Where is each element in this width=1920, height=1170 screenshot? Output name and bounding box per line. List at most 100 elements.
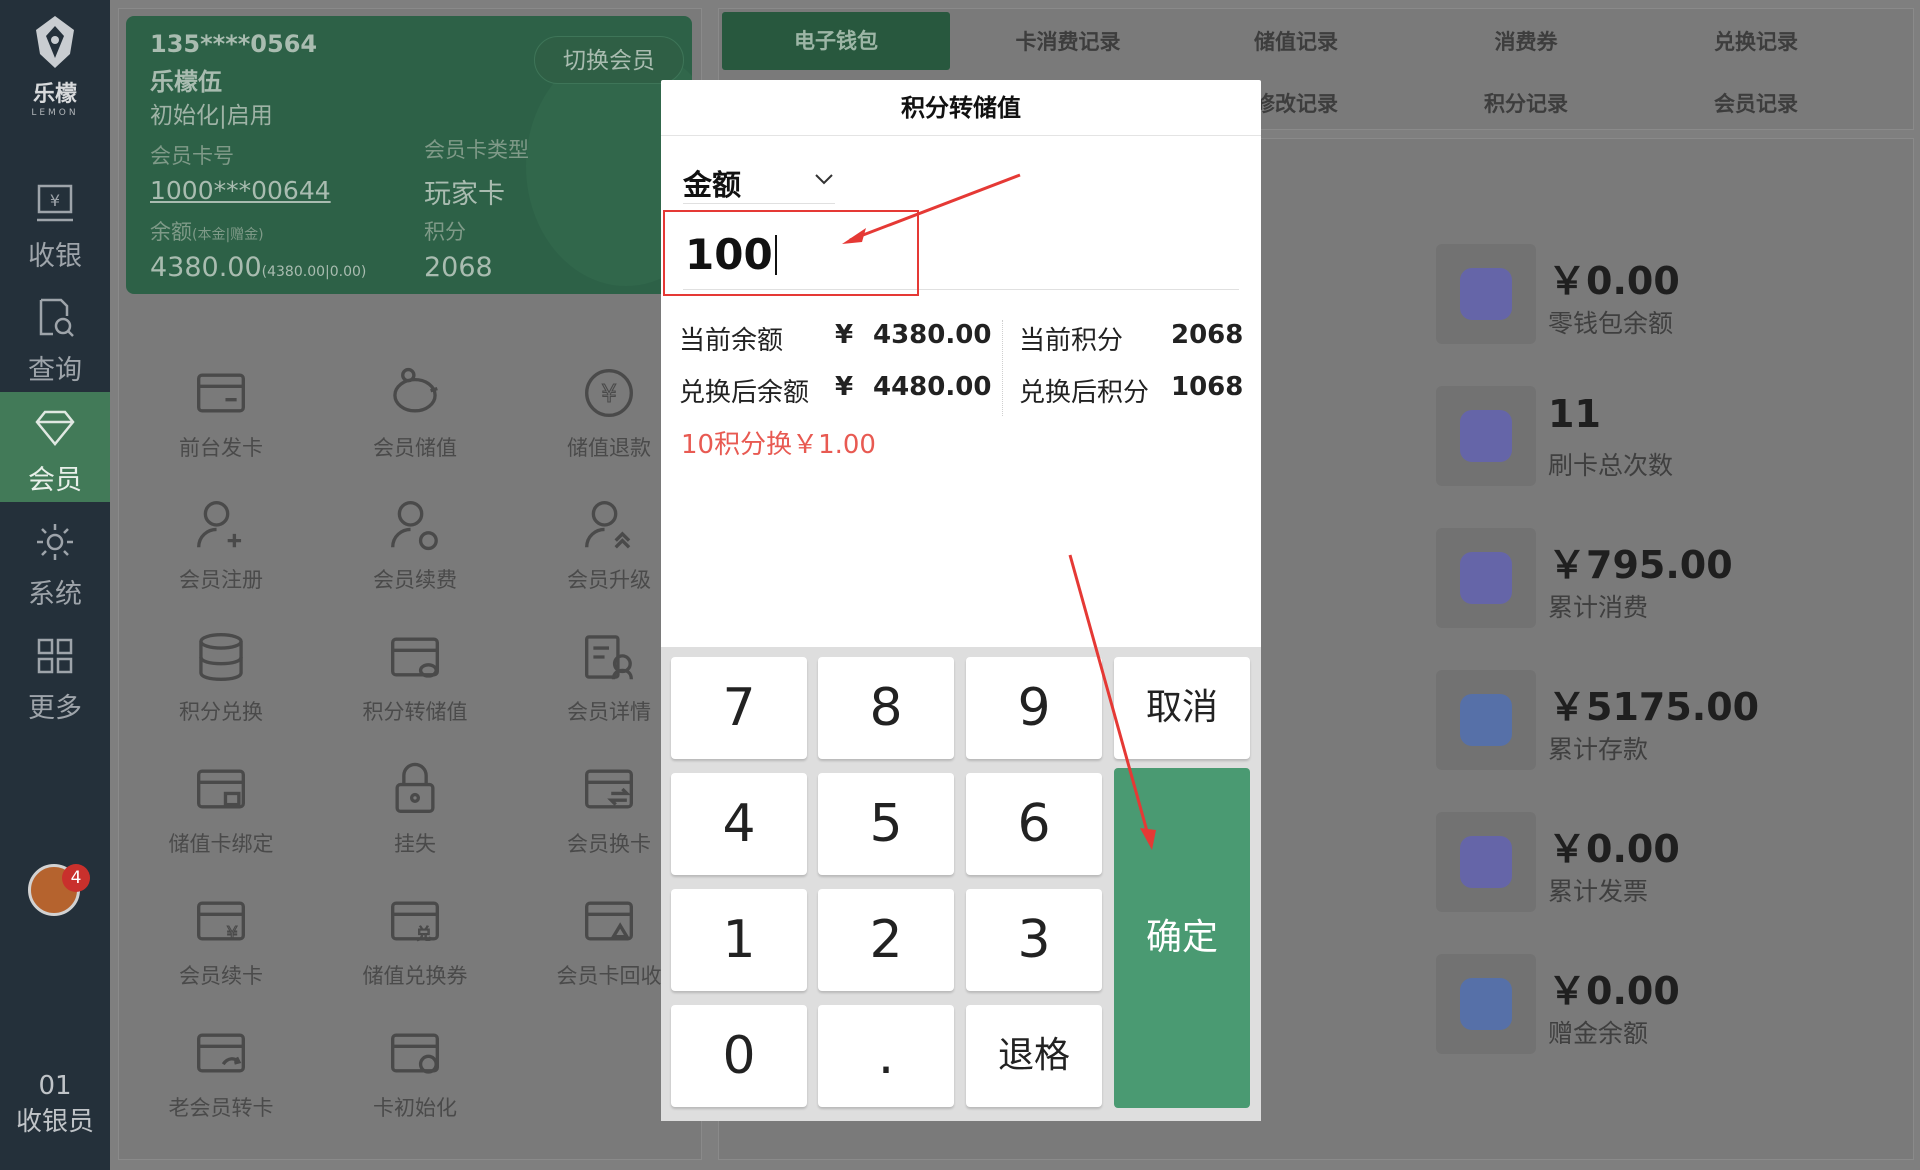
- nav-system[interactable]: 系统: [0, 506, 110, 616]
- key-2[interactable]: 2: [818, 889, 954, 991]
- func-report-loss-button[interactable]: 挂失: [320, 760, 510, 880]
- key-1[interactable]: 1: [671, 889, 807, 991]
- nav-member[interactable]: 会员: [0, 392, 110, 502]
- notification-badge: 4: [62, 864, 90, 892]
- stat-wallet: ￥0.00 零钱包余额: [1436, 244, 1836, 354]
- after-points-label: 兑换后积分: [1019, 378, 1150, 408]
- stat-card-swipe: 11 刷卡总次数: [1436, 386, 1836, 496]
- stat-value: ￥0.00: [1548, 259, 1680, 303]
- func-card-init-button[interactable]: 卡初始化: [320, 1024, 510, 1144]
- logo: 乐檬 LEMON: [0, 14, 110, 118]
- stat-label: 累计发票: [1548, 877, 1649, 906]
- dialog-title: 积分转储值: [661, 80, 1261, 136]
- nav-more[interactable]: 更多: [0, 620, 110, 730]
- amount-highlight-box: [663, 210, 919, 296]
- card-no-label: 会员卡号: [150, 144, 234, 168]
- nav-label: 查询: [28, 355, 82, 386]
- tab-card-consumption[interactable]: 卡消费记录: [968, 18, 1168, 66]
- func-member-recharge-button[interactable]: 会员储值: [320, 364, 510, 484]
- user-renew-icon: [391, 501, 438, 551]
- member-phone: 135****0564: [150, 30, 318, 58]
- key-5[interactable]: 5: [818, 773, 954, 875]
- select-value: 金额: [683, 168, 742, 202]
- chevron-down-icon: [815, 174, 833, 185]
- card-swap-icon: [585, 769, 633, 809]
- lemon-logo-icon: [36, 16, 74, 68]
- key-6[interactable]: 6: [966, 773, 1102, 875]
- nav-query[interactable]: 查询: [0, 282, 110, 392]
- func-points-exchange-button[interactable]: 积分兑换: [126, 628, 316, 748]
- after-points: 1068: [1171, 372, 1244, 402]
- chart-icon: [1436, 528, 1536, 628]
- card-type: 玩家卡: [424, 179, 505, 210]
- stat-label: 零钱包余额: [1548, 309, 1674, 338]
- func-label: 会员储值: [373, 436, 457, 460]
- member-name: 乐檬伍: [150, 68, 222, 96]
- logo-sub: LEMON: [31, 108, 79, 118]
- stat-value: ￥0.00: [1548, 827, 1680, 871]
- cancel-button[interactable]: 取消: [1114, 657, 1250, 759]
- key-9[interactable]: 9: [966, 657, 1102, 759]
- backspace-button[interactable]: 退格: [966, 1005, 1102, 1107]
- stat-label: 刷卡总次数: [1548, 451, 1674, 480]
- stat-value: ￥5175.00: [1548, 685, 1760, 729]
- func-recharge-coupon-button[interactable]: 兑储值兑换券: [320, 892, 510, 1012]
- key-4[interactable]: 4: [671, 773, 807, 875]
- key-dot[interactable]: .: [818, 1005, 954, 1107]
- card-bind-icon: [197, 769, 245, 809]
- stat-piggy-bank: ￥5175.00 累计存款: [1436, 670, 1836, 780]
- cashier-id: 01: [38, 1071, 72, 1101]
- card-recycle-icon: [585, 901, 633, 941]
- func-points-to-balance-button[interactable]: 积分转储值: [320, 628, 510, 748]
- tab-coupons[interactable]: 消费券: [1426, 18, 1626, 66]
- piggy-bank-icon: [393, 367, 438, 413]
- card-no[interactable]: 1000***00644: [150, 176, 331, 205]
- coupon-card-icon: 兑: [391, 901, 439, 943]
- current-balance: 4380.00: [873, 320, 992, 350]
- key-8[interactable]: 8: [818, 657, 954, 759]
- card-swipe-icon: [1436, 386, 1536, 486]
- nav-label: 会员: [28, 465, 82, 496]
- cash-register-icon: ¥: [37, 184, 73, 222]
- key-3[interactable]: 3: [966, 889, 1102, 991]
- stat-gift: ￥0.00 赠金余额: [1436, 954, 1836, 1064]
- type-select[interactable]: 金额: [683, 160, 835, 204]
- balance-detail: (4380.00|0.00): [261, 264, 367, 280]
- func-label: 积分转储值: [362, 700, 468, 724]
- stat-chart: ￥795.00 累计消费: [1436, 528, 1836, 638]
- currency-symbol: ¥: [835, 320, 854, 350]
- func-member-renew-button[interactable]: 会员续费: [320, 496, 510, 616]
- logo-text: 乐檬: [32, 82, 77, 107]
- tab-points-records[interactable]: 积分记录: [1426, 80, 1626, 128]
- tab-e-wallet[interactable]: 电子钱包: [722, 12, 950, 70]
- card-reset-icon: [391, 1033, 439, 1074]
- nav-cashier[interactable]: ¥ 收银: [0, 168, 110, 278]
- nav-label: 更多: [28, 693, 82, 724]
- func-label: 会员续费: [373, 568, 457, 592]
- func-card-bind-button[interactable]: 储值卡绑定: [126, 760, 316, 880]
- func-label: 前台发卡: [179, 436, 263, 460]
- tab-recharge-records[interactable]: 储值记录: [1196, 18, 1396, 66]
- key-7[interactable]: 7: [671, 657, 807, 759]
- svg-text:¥: ¥: [226, 923, 237, 944]
- member-card: 135****0564 乐檬伍 初始化|启用 会员卡号 1000***00644…: [126, 16, 692, 294]
- nav-label: 系统: [28, 579, 82, 610]
- card-type-label: 会员卡类型: [424, 138, 529, 162]
- cashier-info[interactable]: 01 收银员: [0, 1068, 110, 1140]
- func-member-register-button[interactable]: 会员注册: [126, 496, 316, 616]
- switch-member-button[interactable]: 切换会员: [534, 36, 684, 84]
- balance-sub: (本金|赠金): [192, 227, 264, 243]
- func-old-member-transfer-button[interactable]: 老会员转卡: [126, 1024, 316, 1144]
- func-card-extend-button[interactable]: ¥ 会员续卡: [126, 892, 316, 1012]
- tab-exchange-records[interactable]: 兑换记录: [1656, 18, 1856, 66]
- svg-text:¥: ¥: [601, 379, 617, 408]
- stat-label: 赠金余额: [1548, 1019, 1649, 1048]
- database-icon: [199, 633, 243, 681]
- tab-member-records[interactable]: 会员记录: [1656, 80, 1856, 128]
- key-0[interactable]: 0: [671, 1005, 807, 1107]
- confirm-button[interactable]: 确定: [1114, 768, 1250, 1108]
- lock-icon: [395, 762, 435, 813]
- piggy-bank-icon: [1436, 670, 1536, 770]
- func-label: 积分兑换: [179, 700, 263, 724]
- func-issue-card-button[interactable]: 前台发卡: [126, 364, 316, 484]
